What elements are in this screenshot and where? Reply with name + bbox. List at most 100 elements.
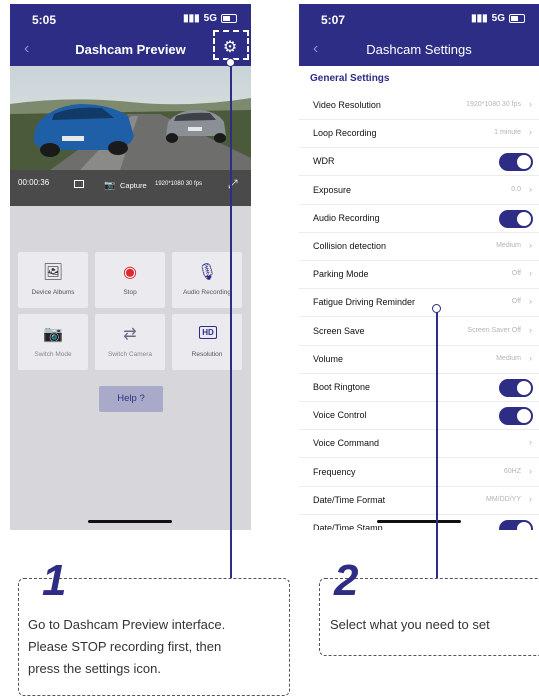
settings-row[interactable]: Exposure 0.0 ›	[299, 177, 539, 205]
settings-row[interactable]: Screen Save Screen Saver Off ›	[299, 318, 539, 346]
tile-label: Device Albums	[31, 289, 75, 296]
battery-icon	[509, 14, 525, 23]
gear-icon[interactable]: ⚙	[221, 39, 239, 57]
stop-button[interactable]: ◉ Stop	[95, 252, 165, 308]
settings-row[interactable]: Parking Mode Off ›	[299, 261, 539, 290]
record-icon[interactable]	[74, 180, 84, 188]
tile-label: Switch Mode	[34, 351, 72, 358]
home-indicator	[377, 520, 461, 523]
settings-row-label: Video Resolution	[313, 100, 381, 110]
tile-label: Stop	[123, 289, 137, 296]
settings-row-value: 1920*1080 30 fps	[466, 101, 521, 108]
settings-row-value: Off	[511, 298, 521, 306]
settings-row[interactable]: Voice Command ›	[299, 430, 539, 459]
settings-row-label: Audio Recording	[313, 212, 380, 223]
leader-line-2	[436, 312, 438, 578]
settings-row[interactable]: Audio Recording	[299, 205, 539, 233]
leader-dot-2	[432, 304, 441, 313]
network-label: 5G	[491, 13, 505, 24]
settings-row-value: 1 minute	[494, 129, 521, 137]
album-icon: 🖼	[42, 264, 64, 281]
section-header: General Settings	[299, 66, 539, 92]
settings-row[interactable]: Date/Time Format MM/DD/YY ›	[299, 487, 539, 515]
camera-icon[interactable]: 📷	[104, 180, 115, 191]
live-video-preview	[10, 66, 251, 170]
device-albums-button[interactable]: 🖼 Device Albums	[18, 252, 88, 308]
leader-dot-1	[226, 58, 235, 67]
settings-row-value: 0.0	[511, 185, 521, 193]
switch-camera-icon: ⇄	[123, 326, 137, 343]
settings-row-value: MM/DD/YY	[486, 495, 521, 503]
step-1-number: 1	[42, 556, 67, 605]
settings-row-label: Date/Time Stamp	[313, 523, 383, 530]
nav-bar: ‹ Dashcam Settings	[299, 34, 539, 66]
settings-row-value: Screen Saver Off	[467, 326, 521, 334]
settings-row-label: Date/Time Format	[313, 494, 386, 505]
settings-row[interactable]: Video Resolution 1920*1080 30 fps ›	[299, 92, 539, 120]
settings-row-label: Voice Control	[313, 410, 367, 421]
settings-row-label: Collision detection	[313, 241, 387, 251]
toggle-switch[interactable]	[499, 407, 533, 426]
home-indicator	[88, 520, 172, 523]
chevron-right-icon: ›	[529, 324, 532, 335]
settings-row[interactable]: Boot Ringtone	[299, 374, 539, 402]
status-time: 5:07	[321, 13, 346, 27]
settings-row-label: Exposure	[313, 184, 352, 195]
settings-row[interactable]: Volume Medium ›	[299, 346, 539, 374]
capture-button[interactable]: Capture	[120, 181, 147, 190]
stop-icon: ◉	[123, 264, 137, 281]
settings-row[interactable]: Collision detection Medium ›	[299, 233, 539, 261]
nav-bar: ‹ Dashcam Preview ⚙	[10, 30, 251, 66]
settings-row[interactable]: WDR	[299, 148, 539, 177]
settings-row[interactable]: Frequency 60HZ ›	[299, 459, 539, 487]
switch-mode-button[interactable]: 📷 Switch Mode	[18, 314, 88, 370]
recording-timer: 00:00:36	[18, 178, 50, 187]
chevron-right-icon: ›	[529, 240, 532, 250]
toggle-switch[interactable]	[499, 153, 533, 172]
settings-row-value: Medium	[496, 354, 521, 362]
chevron-right-icon: ›	[529, 465, 532, 476]
page-title: Dashcam Settings	[366, 42, 472, 57]
battery-icon	[221, 14, 237, 23]
help-button[interactable]: Help ?	[99, 386, 163, 412]
chevron-right-icon: ›	[529, 352, 532, 363]
chevron-right-icon: ›	[529, 493, 532, 504]
settings-row-label: Volume	[313, 353, 344, 364]
resolution-indicator: 1920*1080 30 fps	[155, 181, 203, 187]
settings-row[interactable]: Fatigue Driving Reminder Off ›	[299, 289, 539, 318]
settings-row-value: Off	[511, 270, 521, 278]
signal-icon: ▮▮▮	[471, 13, 488, 24]
preview-controls-bar: 00:00:36 📷 Capture 1920*1080 30 fps ⤢	[10, 170, 251, 206]
network-label: 5G	[203, 13, 217, 24]
settings-row-value: 60HZ	[503, 467, 521, 475]
settings-row-label: WDR	[313, 156, 335, 167]
signal-icon: ▮▮▮	[183, 13, 200, 24]
settings-row[interactable]: Voice Control	[299, 402, 539, 431]
settings-row-value: Medium	[496, 242, 521, 249]
settings-row-label: Parking Mode	[313, 269, 369, 280]
toggle-switch[interactable]	[499, 520, 533, 530]
settings-row-label: Voice Command	[313, 438, 380, 449]
camera-icon: 📷	[43, 326, 63, 343]
settings-row[interactable]: Loop Recording 1 minute ›	[299, 120, 539, 149]
switch-camera-button[interactable]: ⇄ Switch Camera	[95, 314, 165, 370]
step-2-text: Select what you need to set	[330, 617, 490, 632]
toggle-switch[interactable]	[499, 209, 533, 228]
leader-line-1	[230, 66, 232, 578]
toggle-switch[interactable]	[499, 379, 533, 397]
chevron-right-icon: ›	[529, 99, 532, 109]
section-title: General Settings	[310, 73, 390, 84]
chevron-right-icon: ›	[529, 127, 532, 138]
step-1-text: Go to Dashcam Preview interface. Please …	[28, 617, 226, 676]
chevron-right-icon: ›	[529, 296, 532, 307]
chevron-right-icon: ›	[529, 183, 532, 194]
settings-row-label: Boot Ringtone	[313, 382, 371, 392]
dashcam-settings-screen: 5:07 ▮▮▮ 5G ‹ Dashcam Settings General Se…	[299, 4, 539, 530]
dashcam-preview-screen: 5:05 ▮▮▮ 5G ‹ Dashcam Preview ⚙ 00:00:36…	[10, 4, 251, 530]
tile-label: Switch Camera	[107, 351, 153, 358]
status-time: 5:05	[32, 13, 57, 27]
settings-row-label: Frequency	[313, 466, 356, 477]
settings-row-label: Fatigue Driving Reminder	[313, 297, 416, 308]
step-2-number: 2	[334, 556, 359, 605]
hd-icon: HD	[199, 326, 217, 339]
